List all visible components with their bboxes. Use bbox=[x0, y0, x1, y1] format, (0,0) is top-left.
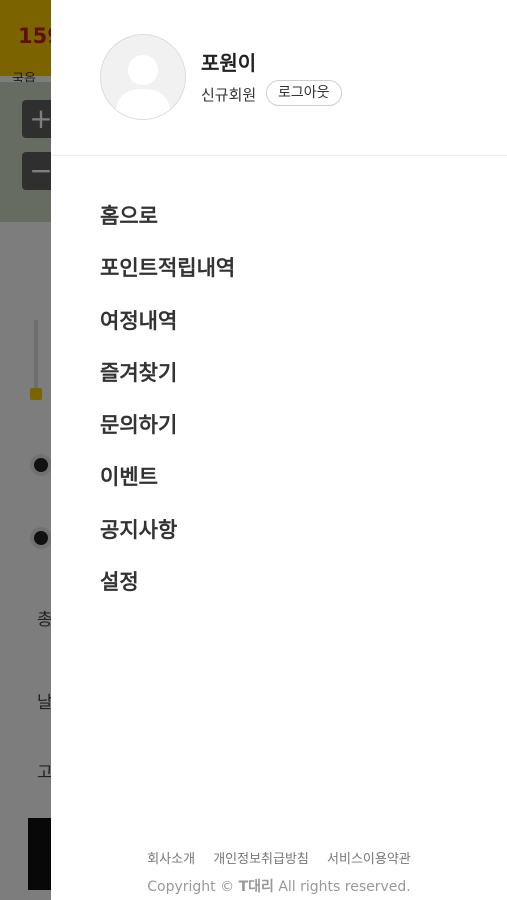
menu-list: 홈으로 포인트적립내역 여정내역 즐겨찾기 문의하기 이벤트 공지사항 설정 bbox=[100, 198, 235, 616]
footer-link-company[interactable]: 회사소개 bbox=[147, 852, 195, 867]
user-placeholder-icon bbox=[100, 34, 186, 120]
menu-item-home[interactable]: 홈으로 bbox=[100, 198, 235, 250]
footer-link-terms[interactable]: 서비스이용약관 bbox=[327, 852, 411, 867]
member-type: 신규회원 bbox=[201, 86, 257, 104]
side-drawer: 포원이 신규회원 로그아웃 홈으로 포인트적립내역 여정내역 즐겨찾기 문의하기… bbox=[51, 0, 507, 900]
profile-section: 포원이 신규회원 로그아웃 bbox=[51, 0, 507, 156]
menu-item-event[interactable]: 이벤트 bbox=[100, 459, 235, 511]
menu-item-trip-history[interactable]: 여정내역 bbox=[100, 303, 235, 355]
user-name: 포원이 bbox=[201, 51, 257, 75]
copyright-suffix: All rights reserved. bbox=[273, 879, 411, 895]
logout-button[interactable]: 로그아웃 bbox=[266, 80, 342, 106]
copyright: Copyright © T대리 All rights reserved. bbox=[51, 876, 507, 896]
brand-name: T대리 bbox=[238, 879, 274, 895]
menu-item-inquiry[interactable]: 문의하기 bbox=[100, 407, 235, 459]
menu-item-point-history[interactable]: 포인트적립내역 bbox=[100, 250, 235, 302]
menu-item-notice[interactable]: 공지사항 bbox=[100, 512, 235, 564]
menu-item-settings[interactable]: 설정 bbox=[100, 564, 235, 616]
footer-link-privacy[interactable]: 개인정보취급방침 bbox=[213, 852, 309, 867]
footer-links: 회사소개 개인정보취급방침 서비스이용약관 bbox=[51, 848, 507, 867]
copyright-prefix: Copyright © bbox=[147, 879, 239, 895]
menu-item-favorites[interactable]: 즐겨찾기 bbox=[100, 355, 235, 407]
